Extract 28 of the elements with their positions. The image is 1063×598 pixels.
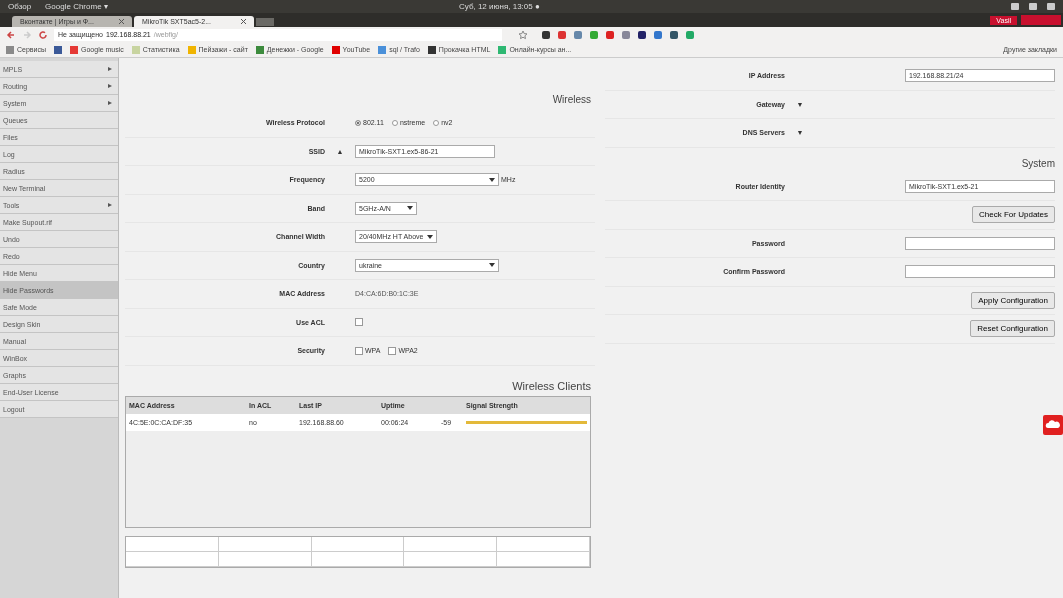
section-heading: Wireless — [551, 93, 592, 107]
reload-icon[interactable] — [38, 29, 48, 40]
forward-icon[interactable] — [22, 29, 32, 40]
checkbox[interactable] — [355, 318, 363, 327]
checkbox[interactable] — [355, 346, 363, 355]
cloud-icon[interactable] — [1043, 415, 1063, 435]
close-icon[interactable] — [241, 19, 246, 24]
star-icon[interactable] — [518, 29, 528, 40]
password-field[interactable] — [905, 236, 1055, 250]
caret-icon — [427, 234, 434, 239]
caret-icon — [489, 263, 495, 268]
action-button[interactable]: Apply Configuration — [971, 291, 1055, 309]
activities-button[interactable]: Обзор — [8, 2, 32, 11]
radio-button[interactable] — [433, 119, 440, 126]
bookmark-icon[interactable] — [54, 45, 62, 54]
app-menu[interactable]: Google Chrome ▾ — [45, 2, 108, 11]
action-button[interactable]: Check For Updates — [972, 206, 1055, 224]
password-field[interactable] — [905, 265, 1055, 279]
close-icon[interactable] — [119, 19, 124, 24]
caret-icon — [489, 177, 495, 182]
action-button[interactable]: Reset Configuration — [970, 320, 1055, 338]
section-heading: System — [1020, 156, 1055, 171]
section-heading: Wireless Clients — [511, 378, 592, 394]
back-icon[interactable] — [6, 29, 16, 40]
clock[interactable]: Суб, 12 июня, 13:05 ● — [459, 2, 540, 11]
radio-button[interactable] — [391, 119, 398, 126]
checkbox[interactable] — [388, 346, 397, 355]
caret-icon — [407, 206, 413, 211]
